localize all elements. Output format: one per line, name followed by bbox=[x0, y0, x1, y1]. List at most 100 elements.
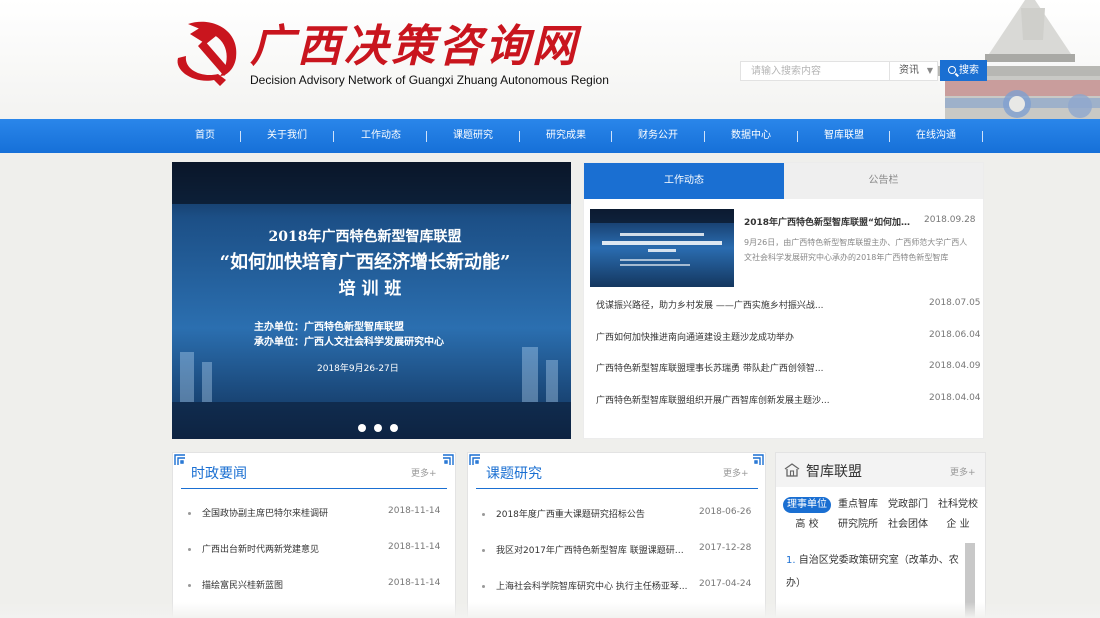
bullet-icon bbox=[188, 512, 191, 515]
hero-line-6: 2018年9月26-27日 bbox=[317, 362, 399, 374]
tab-research-institutes[interactable]: 研究院所 bbox=[834, 517, 882, 533]
news-list-item[interactable]: 伐谋振兴路径，助力乡村发展 ——广西实施乡村振兴战... 2018.07.05 bbox=[596, 298, 981, 312]
hero-line-2: “如何加快培育广西经济增长新动能” bbox=[220, 251, 511, 273]
corner-ornament-icon bbox=[443, 454, 454, 465]
politics-list-item[interactable]: 广西出台新时代两新党建意见 2018-11-14 bbox=[188, 542, 442, 556]
think-tank-list-item[interactable]: 1. 自治区党委政策研究室（改革办、农办） bbox=[786, 549, 961, 595]
tab-party-govt-depts[interactable]: 党政部门 bbox=[884, 497, 932, 513]
nav-separator bbox=[333, 131, 334, 142]
nav-item-finance[interactable]: 财务公开 bbox=[638, 119, 678, 153]
slide-dot-3[interactable] bbox=[390, 424, 398, 432]
research-list-item[interactable]: 我区对2017年广西特色新型智库 联盟课题研究... 2017-12-28 bbox=[482, 543, 758, 557]
site-header: 广西决策咨询网 Decision Advisory Network of Gua… bbox=[0, 0, 1100, 119]
bullet-icon bbox=[188, 584, 191, 587]
chevron-down-icon: ▼ bbox=[926, 66, 933, 75]
politics-news-panel: 时政要闻 更多+ 全国政协副主席巴特尔来桂调研 2018-11-14 广西出台新… bbox=[172, 452, 456, 618]
research-panel: 课题研究 更多+ 2018年度广西重大课题研究招标公告 2018-06-26 我… bbox=[467, 452, 766, 618]
hero-line-1: 2018年广西特色新型智库联盟 bbox=[269, 228, 462, 245]
main-nav: 首页 关于我们 工作动态 课题研究 研究成果 财务公开 数据中心 智库联盟 在线… bbox=[0, 119, 1100, 153]
nav-separator bbox=[982, 131, 983, 142]
hero-banner-image: 2018年广西特色新型智库联盟 “如何加快培育广西经济增长新动能” 培 训 班 … bbox=[172, 162, 571, 439]
research-item-title: 我区对2017年广西特色新型智库 联盟课题研究... bbox=[496, 546, 690, 556]
hero-line-3: 培 训 班 bbox=[339, 278, 402, 299]
bullet-icon bbox=[482, 585, 485, 588]
research-item-date: 2017-04-24 bbox=[699, 579, 752, 589]
nav-separator bbox=[240, 131, 241, 142]
nav-item-think-tank[interactable]: 智库联盟 bbox=[824, 119, 864, 153]
panel-divider bbox=[181, 488, 447, 489]
research-more-link[interactable]: 更多+ bbox=[723, 466, 749, 479]
tab-notice-board[interactable]: 公告栏 bbox=[784, 163, 983, 199]
news-item-date: 2018.04.04 bbox=[929, 393, 981, 403]
politics-list-item[interactable]: 描绘富民兴桂新蓝图 2018-11-14 bbox=[188, 578, 442, 592]
bullet-icon bbox=[482, 549, 485, 552]
think-tank-item-text: 自治区党委政策研究室（改革办、农办） bbox=[786, 555, 959, 589]
tab-party-schools[interactable]: 社科党校 bbox=[934, 497, 982, 513]
politics-item-date: 2018-11-14 bbox=[388, 578, 441, 588]
politics-item-date: 2018-11-14 bbox=[388, 506, 441, 516]
panel-divider bbox=[476, 488, 758, 489]
news-tab-panel: 工作动态 公告栏 2018年广西特色新型智库联盟“如何加快培... 2018.0… bbox=[583, 162, 984, 439]
news-item-title: 广西特色新型智库联盟理事长苏瑞勇 带队赴广西创领智... bbox=[596, 364, 824, 374]
news-list-item[interactable]: 广西特色新型智库联盟理事长苏瑞勇 带队赴广西创领智... 2018.04.09 bbox=[596, 361, 981, 375]
page-bottom-fade bbox=[0, 602, 1100, 618]
list-item-number: 1. bbox=[786, 555, 796, 566]
slide-dot-2[interactable] bbox=[374, 424, 382, 432]
think-tank-title: 智库联盟 bbox=[806, 464, 862, 480]
politics-item-title: 广西出台新时代两新党建意见 bbox=[202, 545, 320, 555]
featured-news-thumbnail[interactable] bbox=[590, 209, 734, 287]
think-tank-panel: 智库联盟 更多+ 理事单位 重点智库 党政部门 社科党校 高 校 研究院所 社会… bbox=[775, 452, 986, 618]
news-item-title: 广西如何加快推进南向通道建设主题沙龙成功举办 bbox=[596, 333, 795, 343]
news-item-title: 广西特色新型智库联盟组织开展广西智库创新发展主题沙... bbox=[596, 396, 830, 406]
building-icon bbox=[784, 463, 800, 477]
news-item-date: 2018.06.04 bbox=[929, 330, 981, 340]
slide-dot-1[interactable] bbox=[358, 424, 366, 432]
research-item-date: 2017-12-28 bbox=[699, 543, 752, 553]
think-tank-header: 智库联盟 更多+ bbox=[776, 453, 985, 487]
search-icon bbox=[948, 66, 956, 74]
nav-item-research-results[interactable]: 研究成果 bbox=[546, 119, 586, 153]
think-tank-more-link[interactable]: 更多+ bbox=[950, 465, 976, 478]
news-item-date: 2018.07.05 bbox=[929, 298, 981, 308]
tab-enterprises[interactable]: 企 业 bbox=[934, 517, 982, 533]
search-category-select[interactable]: 资讯 ▼ bbox=[890, 61, 938, 81]
news-list-item[interactable]: 广西特色新型智库联盟组织开展广西智库创新发展主题沙... 2018.04.04 bbox=[596, 393, 981, 407]
nav-item-work-news[interactable]: 工作动态 bbox=[361, 119, 401, 153]
search-category-value: 资讯 bbox=[899, 65, 919, 76]
bullet-icon bbox=[188, 548, 191, 551]
tab-social-groups[interactable]: 社会团体 bbox=[884, 517, 932, 533]
nav-item-home[interactable]: 首页 bbox=[195, 119, 215, 153]
news-list-item[interactable]: 广西如何加快推进南向通道建设主题沙龙成功举办 2018.06.04 bbox=[596, 330, 981, 344]
nav-separator bbox=[797, 131, 798, 142]
nav-item-data-center[interactable]: 数据中心 bbox=[731, 119, 771, 153]
politics-more-link[interactable]: 更多+ bbox=[411, 466, 437, 479]
featured-news-summary: 9月26日，由广西特色新型智库联盟主办、广西师范大学广西人文社会科学发展研究中心… bbox=[744, 238, 968, 262]
hero-carousel[interactable]: 2018年广西特色新型智库联盟 “如何加快培育广西经济增长新动能” 培 训 班 … bbox=[172, 162, 571, 439]
search-input[interactable] bbox=[740, 61, 890, 81]
tab-council-members[interactable]: 理事单位 bbox=[783, 497, 831, 513]
politics-item-title: 描绘富民兴桂新蓝图 bbox=[202, 581, 284, 591]
politics-list-item[interactable]: 全国政协副主席巴特尔来桂调研 2018-11-14 bbox=[188, 506, 442, 520]
corner-ornament-icon bbox=[753, 454, 764, 465]
news-item-date: 2018.04.09 bbox=[929, 361, 981, 371]
site-title: 广西决策咨询网 bbox=[250, 21, 579, 72]
news-item-title: 伐谋振兴路径，助力乡村发展 ——广西实施乡村振兴战... bbox=[596, 301, 824, 311]
hammer-sickle-icon bbox=[177, 21, 237, 86]
nav-item-about[interactable]: 关于我们 bbox=[267, 119, 307, 153]
search-button[interactable]: 搜索 bbox=[940, 60, 987, 81]
featured-news-title[interactable]: 2018年广西特色新型智库联盟“如何加快培... bbox=[744, 215, 918, 228]
nav-separator bbox=[704, 131, 705, 142]
corner-ornament-icon bbox=[174, 454, 185, 465]
research-list-item[interactable]: 上海社会科学院智库研究中心 执行主任杨亚琴... 2017-04-24 bbox=[482, 579, 758, 593]
nav-separator bbox=[889, 131, 890, 142]
research-list-item[interactable]: 2018年度广西重大课题研究招标公告 2018-06-26 bbox=[482, 507, 758, 521]
nav-item-research-topics[interactable]: 课题研究 bbox=[453, 119, 493, 153]
politics-item-date: 2018-11-14 bbox=[388, 542, 441, 552]
nav-item-online-contact[interactable]: 在线沟通 bbox=[916, 119, 956, 153]
tab-universities[interactable]: 高 校 bbox=[783, 517, 831, 533]
tab-key-think-tanks[interactable]: 重点智库 bbox=[834, 497, 882, 513]
tab-work-news[interactable]: 工作动态 bbox=[584, 163, 784, 199]
research-panel-title: 课题研究 bbox=[486, 466, 542, 482]
nav-separator bbox=[426, 131, 427, 142]
site-subtitle: Decision Advisory Network of Guangxi Zhu… bbox=[250, 73, 609, 87]
